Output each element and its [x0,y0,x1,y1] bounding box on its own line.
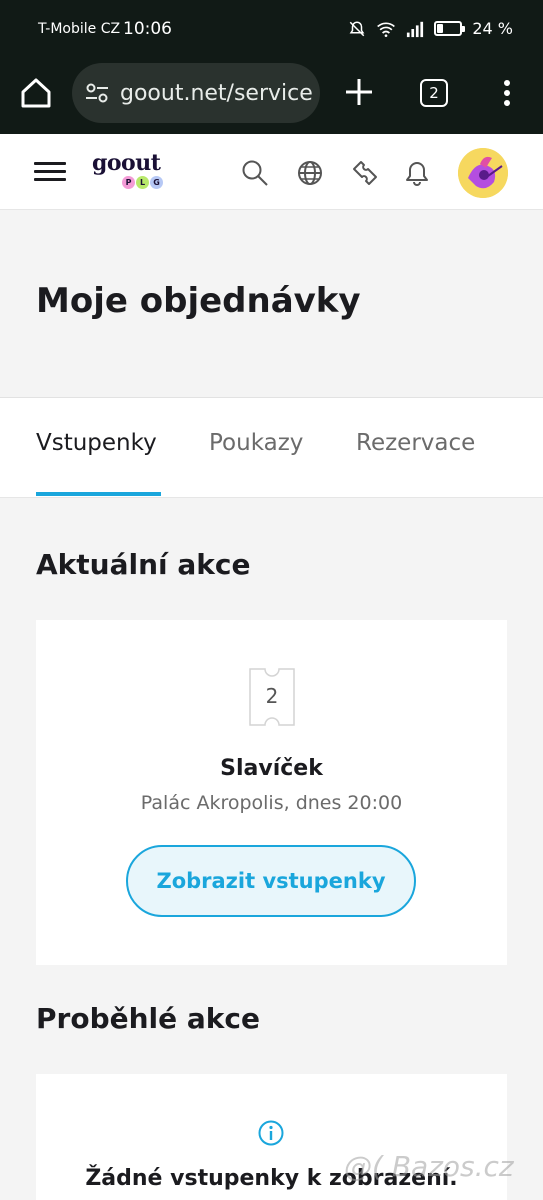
page-title: Moje objednávky [36,281,361,321]
more-menu-icon[interactable] [495,76,519,110]
ticket-icon[interactable] [350,158,380,188]
globe-icon[interactable] [295,158,325,188]
avatar-image [458,148,508,198]
battery-level [437,24,444,33]
wifi-icon [377,22,396,37]
tab-bar: Vstupenky Poukazy Rezervace [0,398,543,498]
show-tickets-label: Zobrazit vstupenky [156,869,386,893]
url-text: goout.net/service [120,80,313,106]
watermark: @( Bazos.cz [344,1150,514,1183]
clock: 10:06 [123,19,172,39]
browser-toolbar: goout.net/service 2 [0,60,543,134]
user-avatar[interactable] [458,148,508,198]
show-tickets-button[interactable]: Zobrazit vstupenky [126,845,416,917]
event-card: 2 Slavíček Palác Akropolis, dnes 20:00 Z… [36,620,507,965]
tab-poukazy[interactable]: Poukazy [209,430,303,456]
logo-badge: L [136,176,149,189]
logo-text: goout [92,150,161,176]
tab-vstupenky[interactable]: Vstupenky [36,430,157,456]
page-title-section: Moje objednávky [0,211,543,398]
signal-icon [407,21,424,37]
home-icon[interactable] [18,75,54,111]
info-icon [258,1120,284,1146]
hamburger-menu-icon[interactable] [34,162,66,184]
tab-rezervace[interactable]: Rezervace [356,430,475,456]
logo-badge: G [150,176,163,189]
event-venue-time: Palác Akropolis, dnes 20:00 [140,792,403,814]
active-tab-indicator [36,492,161,496]
bell-icon[interactable] [402,158,432,188]
status-bar: T-Mobile CZ 10:06 24 % [0,0,543,60]
ticket-count: 2 [265,684,279,708]
mute-icon [349,20,365,36]
url-bar[interactable]: goout.net/service [72,63,320,123]
current-events-heading: Aktuální akce [36,548,251,581]
new-tab-icon[interactable] [342,75,376,109]
tab-switcher-button[interactable]: 2 [420,79,448,107]
logo-badge: P [122,176,135,189]
goout-logo[interactable]: goout P L G [92,152,172,192]
event-name: Slavíček [220,756,323,781]
tab-count: 2 [429,84,439,102]
site-settings-icon[interactable] [84,80,110,106]
logo-badges: P L G [122,176,172,189]
search-icon[interactable] [240,158,270,188]
battery-icon [434,21,466,36]
carrier-name: T-Mobile CZ [38,21,121,37]
status-icons: 24 % [348,19,513,38]
battery-percent: 24 % [472,19,513,38]
past-events-heading: Proběhlé akce [36,1002,260,1035]
